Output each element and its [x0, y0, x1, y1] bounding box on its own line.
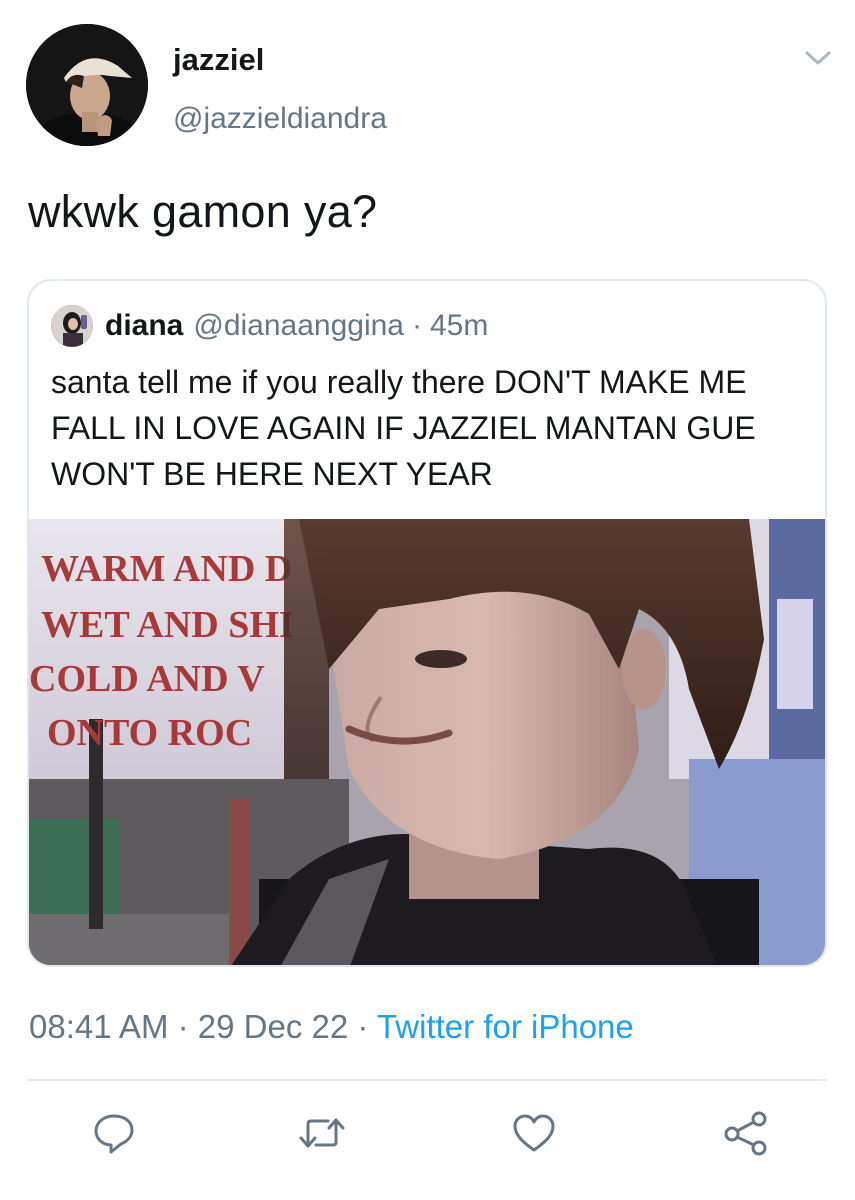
action-bar: [0, 1105, 855, 1165]
author-avatar[interactable]: [26, 24, 148, 146]
like-icon: [513, 1114, 555, 1152]
author-handle[interactable]: @jazzieldiandra: [173, 102, 387, 136]
retweet-icon: [299, 1118, 345, 1148]
retweet-button[interactable]: [294, 1105, 350, 1161]
separator-dot: ·: [357, 1008, 369, 1045]
avatar-photo: [26, 24, 148, 146]
divider: [27, 1079, 827, 1081]
author-display-name[interactable]: jazziel: [173, 42, 264, 78]
sign-line: ONTO ROC: [47, 712, 252, 754]
separator-dot: ·: [412, 309, 422, 342]
separator-dot: ·: [177, 1008, 189, 1045]
sign-line: COLD AND V: [29, 658, 265, 700]
reply-button[interactable]: [86, 1105, 142, 1161]
quoted-tweet-header: diana @dianaanggina · 45m: [51, 305, 488, 347]
tweet-meta: 08:41 AM · 29 Dec 22 · Twitter for iPhon…: [29, 1008, 634, 1046]
share-button[interactable]: [718, 1105, 774, 1161]
chevron-down-icon[interactable]: [804, 48, 832, 68]
quoted-tweet-text: santa tell me if you really there DON'T …: [51, 364, 756, 492]
tweet-date: 29 Dec 22: [197, 1008, 349, 1045]
quoted-tweet-time: 45m: [430, 309, 489, 342]
quoted-author-handle[interactable]: @dianaanggina: [193, 309, 404, 343]
tweet-text: wkwk gamon ya?: [28, 186, 378, 237]
sign-line: WARM AND D: [41, 548, 292, 590]
sign-line: WET AND SHI: [41, 604, 294, 646]
quoted-tweet-image[interactable]: WARM AND D WET AND SHI COLD AND V ONTO R…: [29, 519, 825, 965]
like-button[interactable]: [506, 1105, 562, 1161]
share-icon: [724, 1111, 767, 1156]
reply-icon: [94, 1114, 134, 1154]
tweet-time: 08:41 AM: [29, 1008, 169, 1045]
tweet-source-link[interactable]: Twitter for iPhone: [377, 1008, 634, 1045]
quoted-tweet-card[interactable]: diana @dianaanggina · 45m santa tell me …: [27, 279, 827, 967]
quoted-author-display-name[interactable]: diana: [105, 309, 183, 343]
quoted-author-avatar[interactable]: [51, 305, 93, 347]
